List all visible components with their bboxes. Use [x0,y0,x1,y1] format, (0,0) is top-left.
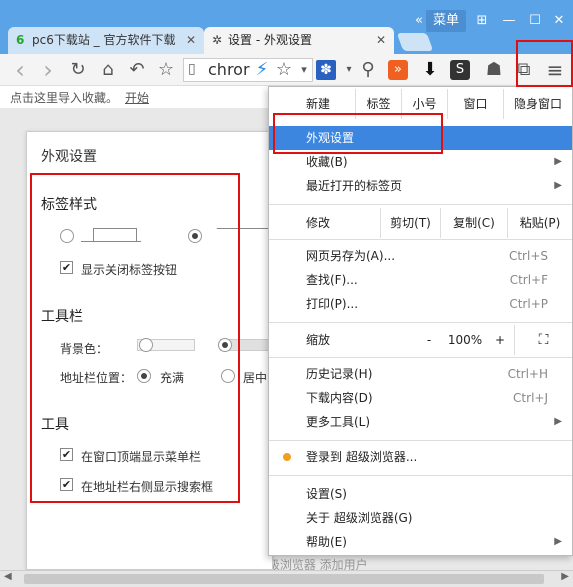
close-window-button[interactable]: ✕ [548,10,570,32]
menu-recent-tabs-label: 最近打开的标签页 [306,179,403,193]
menu-zoom-label: 缩放 [306,333,331,347]
lightning-icon[interactable]: ⚡ [250,58,274,82]
menu-downloads-label: 下载内容(D) [306,391,373,405]
toolbar: ‹ › ↻ ⌂ ↶ ☆ ▯ chror ⚡ ☆ ▾ ✽ ▾ ⚲ » ⬇ S ☗ … [0,54,573,86]
menu-about-label: 关于 超级浏览器(G) [306,511,413,525]
menu-find[interactable]: 查找(F)... Ctrl+F [269,268,572,292]
s-extension-icon[interactable]: S [450,60,470,80]
menu-shortcut: Ctrl+J [513,391,548,405]
page-icon: ▯ [188,61,196,77]
home-icon[interactable]: ⌂ [96,58,120,82]
fullscreen-icon[interactable]: ⛶ [514,325,572,355]
undo-icon[interactable]: ↶ [125,58,149,82]
dialog-title: 外观设置 [41,149,97,165]
grid-icon[interactable]: ⊞ [472,10,492,32]
extension-icon[interactable]: » [388,60,408,80]
main-menu: 新建 标签 小号 窗口 隐身窗口 外观设置 收藏(B) ▶ 最近打开的标签页 ▶… [268,86,573,556]
status-dot-icon [283,453,291,461]
collapse-icon[interactable]: « [412,10,426,32]
back-icon[interactable]: ‹ [8,58,32,82]
menu-login[interactable]: 登录到 超级浏览器... [269,445,572,469]
menu-separator [269,204,572,205]
submenu-arrow-icon: ▶ [554,536,562,547]
menu-separator [269,440,572,441]
menu-help-label: 帮助(E) [306,535,347,549]
menu-shortcut: Ctrl+S [508,249,548,263]
maximize-button[interactable]: ☐ [524,10,546,32]
menu-new-window[interactable]: 窗口 [447,89,503,119]
submenu-arrow-icon: ▶ [554,180,562,191]
search-icon[interactable]: ⚲ [356,58,380,82]
tab-close-icon[interactable]: ✕ [376,27,386,54]
menu-cut[interactable]: 剪切(T) [380,208,440,238]
menu-shortcut: Ctrl+F [509,273,548,287]
annotation-box-menu-button [516,40,573,87]
submenu-arrow-icon: ▶ [554,156,562,167]
menu-more-tools-label: 更多工具(L) [306,415,371,429]
menu-more-tools[interactable]: 更多工具(L) ▶ [269,410,572,434]
annotation-box-appearance [273,113,443,154]
menu-settings-label: 设置(S) [306,487,347,501]
submenu-arrow-icon: ▶ [554,416,562,427]
menu-help[interactable]: 帮助(E) ▶ [269,530,572,554]
users-icon[interactable]: ☗ [482,58,506,82]
menu-downloads[interactable]: 下载内容(D) Ctrl+J [269,386,572,410]
menu-print[interactable]: 打印(P)... Ctrl+P [269,292,572,316]
zoom-value: 100% [447,333,483,347]
menu-find-label: 查找(F)... [306,273,358,287]
horizontal-scrollbar[interactable]: ◀ ▶ [0,570,573,587]
menu-separator [269,357,572,358]
menu-about[interactable]: 关于 超级浏览器(G) [269,506,572,530]
new-tab-button[interactable] [396,33,434,51]
menu-history[interactable]: 历史记录(H) Ctrl+H [269,362,572,386]
menu-save-as[interactable]: 网页另存为(A)... Ctrl+S [269,244,572,268]
menu-edit-label: 修改 [306,216,331,230]
menu-settings[interactable]: 设置(S) [269,482,572,506]
tab-pc6[interactable]: 6 pc6下载站 _ 官方软件下载 ✕ [8,27,204,54]
app-menu-button[interactable]: 菜单 [426,10,466,32]
paw-search-icon[interactable]: ✽ [316,60,336,80]
menu-shortcut: Ctrl+H [507,367,548,381]
menu-separator [269,239,572,240]
pc6-favicon-icon: 6 [16,33,25,47]
menu-save-as-label: 网页另存为(A)... [306,249,396,263]
title-bar: « 菜单 ⊞ — ☐ ✕ 6 pc6下载站 _ 官方软件下载 ✕ ✲ 设置 - … [0,0,573,54]
reload-icon[interactable]: ↻ [66,58,90,82]
download-icon[interactable]: ⬇ [418,58,442,82]
bookmarks-start-link[interactable]: 开始 [125,89,149,106]
menu-shortcut: Ctrl+P [509,297,548,311]
menu-copy[interactable]: 复制(C) [440,208,507,238]
tab-settings[interactable]: ✲ 设置 - 外观设置 ✕ [204,27,394,54]
address-text[interactable]: chror [208,60,250,79]
menu-recent-tabs[interactable]: 最近打开的标签页 ▶ [269,174,572,198]
annotation-box-dialog [30,173,240,503]
gear-icon: ✲ [212,33,223,47]
menu-login-label: 登录到 超级浏览器... [306,450,418,464]
tab-title: pc6下载站 _ 官方软件下载 [32,33,176,47]
tab-title: 设置 - 外观设置 [228,33,312,47]
menu-new-incognito[interactable]: 隐身窗口 [503,89,572,119]
zoom-in-button[interactable]: + [486,325,514,355]
menu-history-label: 历史记录(H) [306,367,373,381]
minimize-button[interactable]: — [498,10,520,32]
menu-separator [269,322,572,323]
menu-paste[interactable]: 粘贴(P) [507,208,572,238]
scroll-left-icon[interactable]: ◀ [4,571,12,582]
zoom-out-button[interactable]: - [414,325,444,355]
scrollbar-thumb[interactable] [24,574,544,584]
menu-print-label: 打印(P)... [306,297,359,311]
forward-icon[interactable]: › [36,58,60,82]
star-icon[interactable]: ☆ [154,58,178,82]
menu-separator [269,475,572,476]
tab-close-icon[interactable]: ✕ [186,27,196,54]
bookmarks-import-hint[interactable]: 点击这里导入收藏。 [10,89,118,106]
chevron-down-icon[interactable]: ▾ [292,58,316,82]
scroll-right-icon[interactable]: ▶ [561,571,569,582]
address-center-label: 居中 [243,371,268,385]
